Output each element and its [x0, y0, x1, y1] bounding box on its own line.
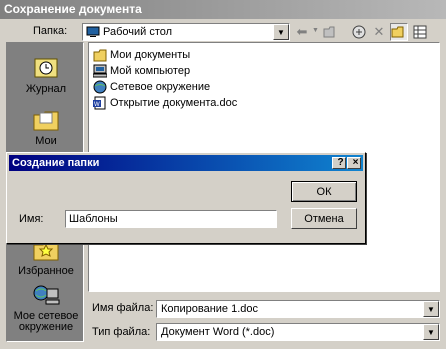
list-item-label: Мои документы: [110, 48, 191, 61]
filename-combobox[interactable]: Копирование 1.doc ▼: [156, 300, 440, 318]
views-icon: [413, 25, 427, 39]
chevron-down-icon: ▼: [427, 304, 435, 314]
list-item[interactable]: W Открытие документа.doc: [93, 95, 237, 110]
new-folder-button[interactable]: [390, 23, 408, 41]
dialog-title: Создание папки: [12, 157, 100, 169]
place-my-documents[interactable]: Мои: [7, 107, 85, 147]
create-folder-dialog: Создание папки ? × ОК Имя: Шаблоны Отмен…: [6, 152, 366, 244]
ok-button[interactable]: ОК: [291, 181, 357, 202]
my-computer-icon: [93, 64, 107, 77]
list-item-label: Сетевое окружение: [110, 80, 211, 93]
place-history[interactable]: Журнал: [7, 55, 85, 95]
filetype-label: Тип файла:: [92, 326, 151, 338]
history-icon: [34, 58, 58, 78]
place-network-label: Мое сетевое окружение: [13, 310, 79, 333]
save-document-window: Сохранение документа Папка: Рабочий стол…: [0, 0, 446, 349]
list-item-label: Открытие документа.doc: [110, 96, 238, 109]
folder-name-input[interactable]: Шаблоны: [65, 210, 277, 228]
dialog-titlebar: Создание папки ? ×: [9, 155, 363, 171]
window-titlebar: Сохранение документа: [0, 0, 446, 19]
my-documents-icon: [93, 49, 107, 61]
close-icon: ×: [352, 157, 359, 168]
delete-icon: ✕: [373, 24, 385, 39]
filetype-dropdown-button[interactable]: ▼: [423, 324, 439, 340]
place-my-documents-label: Мои: [35, 135, 57, 147]
filename-dropdown-button[interactable]: ▼: [423, 301, 439, 317]
network-places-icon: [33, 285, 60, 305]
place-history-label: Журнал: [25, 83, 67, 95]
folder-label: Папка:: [33, 25, 68, 37]
cancel-button[interactable]: Отмена: [291, 208, 357, 229]
list-item[interactable]: Сетевое окружение: [93, 79, 210, 94]
window-title: Сохранение документа: [4, 2, 142, 16]
delete-button[interactable]: ✕: [370, 23, 388, 41]
word-document-icon: W: [93, 96, 106, 109]
up-folder-icon: [323, 26, 335, 38]
list-item[interactable]: Мои документы: [93, 47, 190, 62]
close-button[interactable]: ×: [347, 157, 361, 169]
filename-value: Копирование 1.doc: [161, 303, 259, 315]
name-label: Имя:: [19, 213, 44, 225]
back-dropdown-icon[interactable]: ▼: [312, 27, 319, 34]
list-item-label: Мой компьютер: [110, 64, 191, 77]
back-button[interactable]: ⬅: [293, 23, 311, 41]
help-button[interactable]: ?: [332, 157, 346, 169]
filetype-value: Документ Word (*.doc): [161, 326, 275, 338]
svg-text:W: W: [94, 102, 100, 108]
place-network[interactable]: Мое сетевое окружение: [7, 283, 85, 333]
place-favorites-label: Избранное: [18, 265, 74, 277]
filetype-combobox[interactable]: Документ Word (*.doc) ▼: [156, 323, 440, 341]
up-folder-button[interactable]: [322, 23, 340, 41]
desktop-icon: [86, 26, 100, 37]
folder-value: Рабочий стол: [103, 26, 173, 38]
folder-name-value: Шаблоны: [69, 213, 118, 225]
folder-combobox[interactable]: Рабочий стол ▼: [82, 23, 290, 41]
filename-label: Имя файла:: [92, 302, 154, 314]
views-button[interactable]: [411, 23, 429, 41]
my-documents-icon: [33, 111, 59, 131]
help-icon: ?: [337, 157, 344, 168]
new-folder-icon: [391, 26, 404, 38]
search-web-button[interactable]: [350, 23, 368, 41]
network-icon: [93, 80, 107, 93]
list-item[interactable]: Мой компьютер: [93, 63, 190, 78]
ok-button-label: ОК: [316, 185, 332, 198]
chevron-down-icon: ▼: [427, 327, 435, 337]
back-arrow-icon: ⬅: [296, 24, 308, 39]
chevron-down-icon: ▼: [277, 27, 285, 37]
search-web-icon: [352, 25, 366, 39]
folder-dropdown-button[interactable]: ▼: [273, 24, 289, 40]
cancel-button-label: Отмена: [304, 212, 344, 225]
